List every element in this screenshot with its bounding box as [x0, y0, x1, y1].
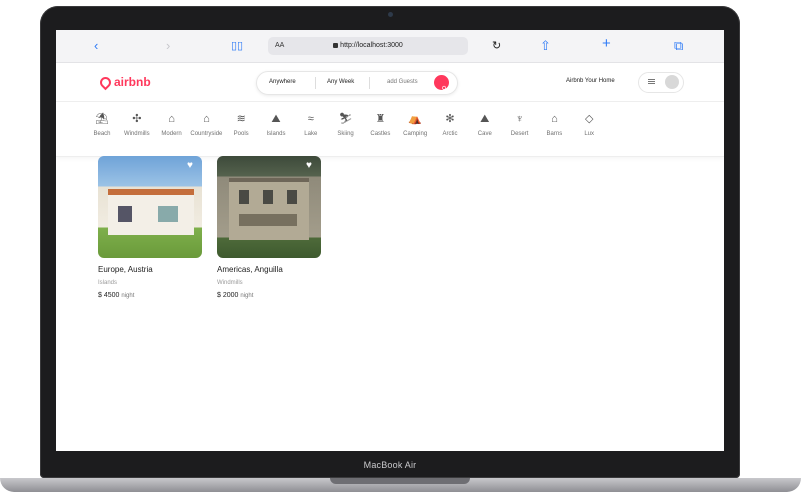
tabs-button[interactable]: ⧉	[674, 38, 683, 54]
listing-category: Windmills	[217, 280, 243, 286]
reload-button[interactable]: ↻	[492, 38, 501, 54]
lock-icon	[333, 43, 339, 48]
price-unit: night	[240, 293, 254, 299]
listing-card[interactable]: ♥ Europe, Austria Islands $ 4500 night	[98, 156, 202, 299]
laptop-notch	[330, 478, 470, 484]
diamond-icon: ◇	[584, 113, 594, 125]
search-anywhere[interactable]: Anywhere	[269, 79, 296, 85]
listing-photo[interactable]: ♥	[98, 156, 202, 258]
search-button[interactable]: ⚲	[434, 75, 449, 93]
safari-toolbar: ‹ › ▯▯ AA http://localhost:3000 ↻ ⇧ + ⧉	[56, 30, 724, 63]
listing-title: Americas, Anguilla	[217, 265, 283, 274]
device-label: MacBook Air	[363, 460, 417, 470]
forward-button[interactable]: ›	[166, 38, 170, 54]
logo[interactable]: airbnb	[97, 74, 151, 91]
airbnb-header: airbnb Anywhere Any Week add Guests ⚲ Ai…	[56, 63, 724, 102]
search-add-guests[interactable]: add Guests	[387, 79, 418, 85]
favorite-heart-icon[interactable]: ♥	[187, 161, 197, 171]
divider	[369, 77, 370, 89]
listing-price: $ 2000	[217, 292, 239, 299]
address-bar[interactable]: AA http://localhost:3000	[268, 37, 468, 55]
price-unit: night	[121, 293, 135, 299]
listing-photo[interactable]: ♥	[217, 156, 321, 258]
listing-title: Europe, Austria	[98, 265, 153, 274]
bookmarks-icon[interactable]: ▯▯	[231, 38, 243, 54]
new-tab-button[interactable]: +	[602, 36, 611, 52]
menu-icon	[648, 79, 655, 80]
url-text: http://localhost:3000	[340, 42, 403, 49]
browser-window: ‹ › ▯▯ AA http://localhost:3000 ↻ ⇧ + ⧉ …	[56, 30, 724, 451]
host-link[interactable]: Airbnb Your Home	[566, 78, 615, 84]
search-bar[interactable]: Anywhere Any Week add Guests ⚲	[256, 71, 458, 95]
divider	[315, 77, 316, 89]
back-button[interactable]: ‹	[94, 38, 98, 54]
favorite-heart-icon[interactable]: ♥	[306, 161, 316, 171]
avatar	[665, 75, 679, 89]
category-lux[interactable]: ◇ Lux	[569, 112, 609, 137]
logo-text: airbnb	[114, 75, 151, 89]
airbnb-logo-icon	[97, 74, 114, 91]
search-icon: ⚲	[441, 86, 447, 93]
listing-price: $ 4500	[98, 292, 120, 299]
search-any-week[interactable]: Any Week	[327, 79, 354, 85]
listing-category: Islands	[98, 280, 118, 286]
category-bar: ⛱ Beach ✣ Windmills ⌂ Modern ⌂ Countryside ≋ Pool…	[56, 102, 724, 157]
share-button[interactable]: ⇧	[540, 38, 551, 54]
category-label: Lux	[584, 131, 595, 137]
user-menu-button[interactable]	[638, 72, 684, 93]
listing-card[interactable]: ♥ Americas, Anguilla Windmills $ 2000 ni…	[217, 156, 321, 299]
camera-icon	[388, 12, 393, 17]
